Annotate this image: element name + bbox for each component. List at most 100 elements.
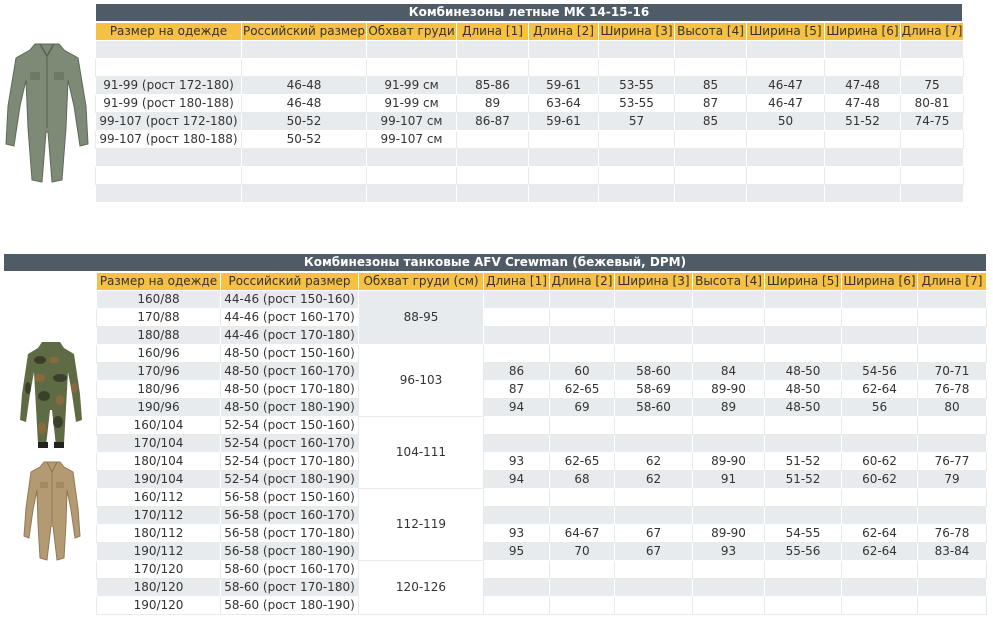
table-cell: 62-64 [841,542,918,561]
table-cell: 99-107 (рост 180-188) [95,130,242,149]
table-cell: 48-50 [764,362,842,381]
table-cell [764,308,842,327]
table-row: 180/96 48-50 (рост 170-180) 87 62-65 58-69 89… [96,380,987,399]
tank-col-length-1: Длина [1] [483,272,550,291]
table-cell: 94 [483,470,550,489]
tank-size-table: Размер на одежде Российский размер Обхва… [96,272,987,615]
table-cell: 58-69 [614,380,693,399]
table-cell [764,488,842,507]
table-cell: 54-56 [841,362,918,381]
table-cell: 51-52 [764,470,842,489]
table-cell [824,58,901,77]
table-cell: 76-78 [917,380,987,399]
table-cell [614,596,693,615]
table-cell: 64-67 [549,524,615,543]
table-cell [549,560,615,579]
tank-col-ru-size: Российский размер [220,272,359,291]
table-cell: 86 [483,362,550,381]
flight-col-width-3: Ширина [3] [598,22,675,41]
table-cell: 91-99 (рост 172-180) [95,76,242,95]
table-cell: 53-55 [598,94,675,113]
table-cell: 94 [483,398,550,417]
table-cell: 87 [674,94,747,113]
table-cell: 84 [692,362,765,381]
table-cell: 83-84 [917,542,987,561]
table-cell: 89-90 [692,380,765,399]
table-cell: 89-90 [692,524,765,543]
table-cell [824,130,901,149]
table-cell [549,290,615,309]
table-cell [841,308,918,327]
table-row: 190/104 52-54 (рост 180-190) 94 68 62 91 51-52… [96,470,987,489]
flight-size-table: Размер на одежде Российский размер Обхва… [95,22,964,203]
table-cell [95,148,242,167]
table-cell [95,166,242,185]
table-cell: 99-107 см [366,112,457,131]
table-cell [598,148,675,167]
table-cell: 44-46 (рост 160-170) [220,308,359,327]
table-cell: 59-61 [528,76,599,95]
table-cell: 91-99 см [366,76,457,95]
table-cell [456,184,529,203]
table-cell [841,344,918,363]
table-cell: 170/96 [96,362,221,381]
table-cell [614,578,693,597]
olive-flight-coverall-image [5,43,89,183]
table-cell [674,184,747,203]
table-row: 190/96 48-50 (рост 180-190) 94 69 58-60 89 48-… [96,398,987,417]
table-cell: 51-52 [824,112,901,131]
table-row: 99-107 (рост 172-180) 50-52 99-107 см 86-87… [95,112,964,131]
table-cell: 58-60 (рост 160-170) [220,560,359,579]
table-cell [917,488,987,507]
table-cell [483,488,550,507]
tank-header-row: Размер на одежде Российский размер Обхва… [96,272,987,291]
table-cell: 180/120 [96,578,221,597]
table-cell: 69 [549,398,615,417]
table-row: 170/96 48-50 (рост 160-170) 86 60 58-60 84 48-… [96,362,987,381]
table-cell [614,560,693,579]
table-cell [366,58,457,77]
table-cell [764,326,842,345]
flight-header-row: Размер на одежде Российский размер Обхва… [95,22,964,41]
table-cell [528,58,599,77]
table-cell [456,130,529,149]
table-cell [549,308,615,327]
table-cell [692,488,765,507]
table-cell [692,596,765,615]
table-cell: 180/88 [96,326,221,345]
tank-col-length-2: Длина [2] [549,272,615,291]
table-cell: 46-47 [746,76,825,95]
table-cell [764,416,842,435]
table-cell [598,130,675,149]
table-cell [764,578,842,597]
table-cell: 160/96 [96,344,221,363]
table-cell [549,488,615,507]
table-cell: 60 [549,362,615,381]
table-cell: 54-55 [764,524,842,543]
table-cell [917,308,987,327]
table-cell [917,578,987,597]
table-cell [241,166,367,185]
table-cell [95,40,242,59]
table-cell [483,578,550,597]
tank-table-title: Комбинезоны танковые AFV Crewman (бежевы… [4,254,986,271]
table-cell [692,416,765,435]
table-cell [824,40,901,59]
table-cell [95,184,242,203]
table-cell [614,290,693,309]
table-cell: 47-48 [824,76,901,95]
table-cell: 47-48 [824,94,901,113]
table-cell [549,344,615,363]
table-cell: 86-87 [456,112,529,131]
table-cell: 62-64 [841,380,918,399]
table-cell [456,40,529,59]
table-cell: 93 [692,542,765,561]
table-cell [674,148,747,167]
table-cell [764,344,842,363]
table-cell: 87 [483,380,550,399]
table-cell: 62 [614,452,693,471]
table-cell: 46-48 [241,76,367,95]
table-cell: 93 [483,452,550,471]
table-cell [614,488,693,507]
table-row [95,148,964,167]
